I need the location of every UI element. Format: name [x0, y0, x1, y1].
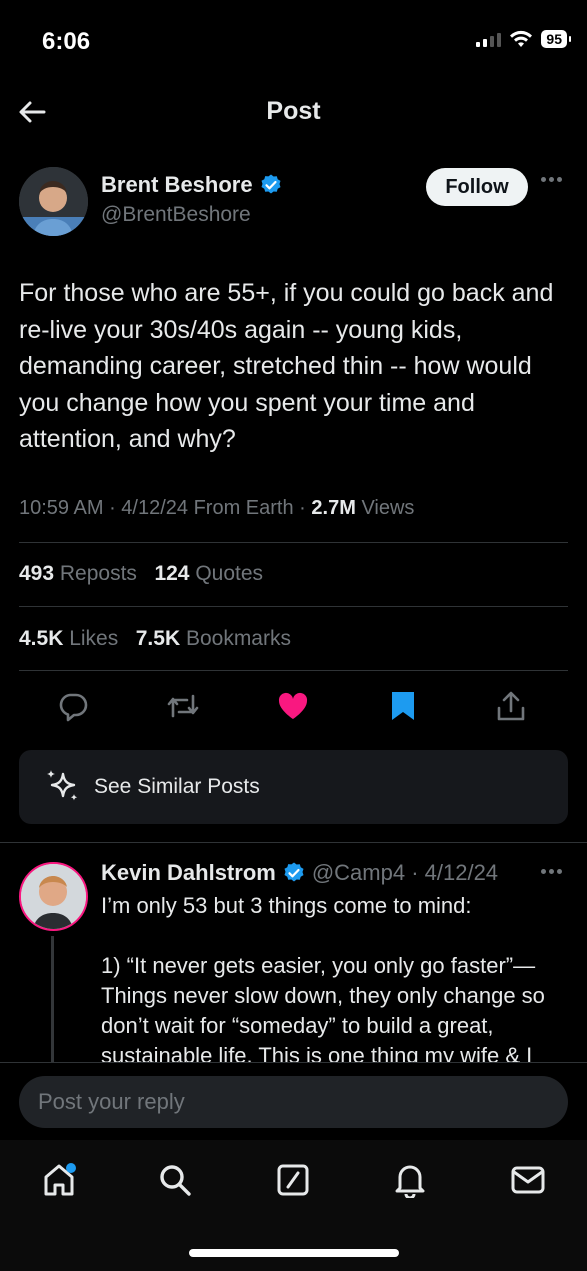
- follow-button[interactable]: Follow: [426, 168, 528, 206]
- nav-notifications[interactable]: [388, 1158, 432, 1202]
- post-detail-screen: 6:06 95 Post Brent Beshore @BrentBeshore…: [0, 0, 587, 1271]
- verified-badge-icon: [261, 174, 281, 194]
- signal-icon: [476, 31, 502, 47]
- reply-more-options-icon[interactable]: [541, 869, 562, 874]
- bookmark-button[interactable]: [383, 686, 423, 726]
- post-date: 4/12/24: [121, 497, 189, 519]
- home-notification-dot: [66, 1163, 76, 1173]
- reply-input[interactable]: Post your reply: [19, 1076, 568, 1128]
- repost-icon: [167, 694, 199, 718]
- author-name-text: Brent Beshore: [101, 172, 253, 197]
- compose-icon: [277, 1164, 309, 1196]
- reposts-stat[interactable]: 493 Reposts: [19, 562, 137, 585]
- like-button[interactable]: [273, 686, 313, 726]
- repost-button[interactable]: [163, 686, 203, 726]
- nav-messages[interactable]: [506, 1158, 550, 1202]
- status-time: 6:06: [42, 28, 91, 55]
- divider: [19, 542, 568, 543]
- like-bookmark-stats: 4.5K Likes 7.5K Bookmarks: [19, 627, 291, 651]
- post-source: From Earth: [193, 497, 294, 519]
- thread-line: [51, 936, 54, 1066]
- divider: [19, 606, 568, 607]
- more-options-icon[interactable]: [541, 177, 562, 182]
- quotes-stat[interactable]: 124 Quotes: [154, 562, 263, 585]
- verified-badge-icon: [284, 862, 304, 882]
- see-similar-posts-button[interactable]: See Similar Posts: [19, 750, 568, 824]
- page-title: Post: [266, 97, 321, 125]
- heart-icon: [278, 692, 308, 719]
- likes-stat[interactable]: 4.5K Likes: [19, 627, 118, 650]
- nav-compose[interactable]: [271, 1158, 315, 1202]
- reply-text: I’m only 53 but 3 things come to mind: 1…: [101, 893, 545, 1068]
- post-actions: [0, 686, 587, 726]
- nav-home[interactable]: [37, 1158, 81, 1202]
- reposts-label: Reposts: [59, 562, 137, 585]
- bookmark-icon: [392, 692, 414, 720]
- author-name[interactable]: Brent Beshore: [101, 172, 283, 198]
- author-handle[interactable]: @BrentBeshore: [101, 203, 251, 227]
- reposts-count: 493: [19, 562, 55, 585]
- views-count: 2.7M: [311, 497, 356, 519]
- share-button[interactable]: [491, 686, 531, 726]
- battery-icon: 95: [541, 30, 571, 48]
- search-icon: [160, 1165, 191, 1196]
- see-similar-posts-label: See Similar Posts: [94, 775, 260, 798]
- notifications-icon: [395, 1165, 425, 1198]
- views-label: Views: [361, 497, 415, 519]
- sparkle-icon: [47, 770, 78, 801]
- messages-icon: [511, 1166, 545, 1194]
- reply-handle-date[interactable]: @Camp4 · 4/12/24: [312, 860, 498, 886]
- reply-button[interactable]: [53, 686, 93, 726]
- author-avatar[interactable]: [19, 167, 88, 236]
- status-icons: 95: [476, 30, 571, 48]
- quotes-label: Quotes: [195, 562, 264, 585]
- quotes-count: 124: [154, 562, 190, 585]
- reply-icon: [59, 693, 88, 722]
- likes-count: 4.5K: [19, 627, 64, 650]
- bookmarks-label: Bookmarks: [185, 627, 291, 650]
- nav-search[interactable]: [153, 1158, 197, 1202]
- post-time: 10:59 AM: [19, 497, 104, 519]
- reply-header: Kevin Dahlstrom @Camp4 · 4/12/24: [101, 860, 498, 886]
- bookmarks-stat[interactable]: 7.5K Bookmarks: [136, 627, 291, 650]
- reply-author-name[interactable]: Kevin Dahlstrom: [101, 860, 276, 886]
- reply-author-avatar[interactable]: [19, 862, 88, 931]
- likes-label: Likes: [69, 627, 119, 650]
- post-meta: 10:59 AM · 4/12/24 From Earth · 2.7M Vie…: [19, 497, 415, 519]
- home-indicator: [189, 1249, 399, 1257]
- share-icon: [497, 691, 525, 721]
- post-text: For those who are 55+, if you could go b…: [19, 279, 554, 453]
- wifi-icon: [510, 30, 533, 47]
- divider: [0, 842, 587, 843]
- divider: [19, 670, 568, 671]
- repost-quote-stats: 493 Reposts 124 Quotes: [19, 562, 263, 586]
- bookmarks-count: 7.5K: [135, 627, 181, 650]
